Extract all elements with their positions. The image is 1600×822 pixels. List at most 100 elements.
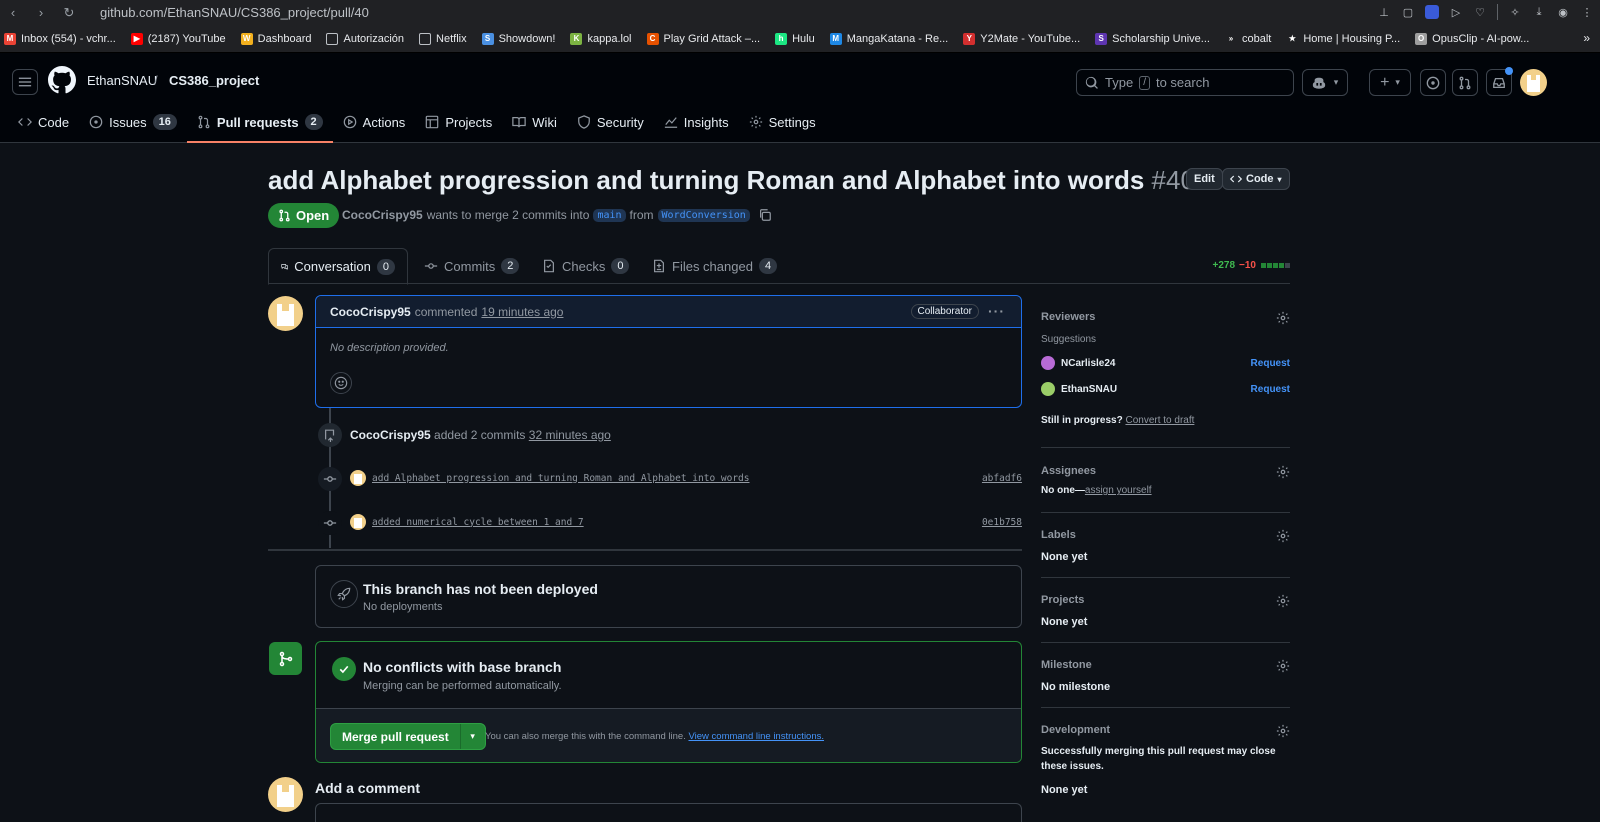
tab-code[interactable]: Code bbox=[8, 109, 79, 135]
projects-title[interactable]: Projects bbox=[1041, 594, 1290, 606]
bookmark-item[interactable]: h Hulu bbox=[775, 32, 815, 45]
comment-time[interactable]: 19 minutes ago bbox=[481, 305, 563, 319]
avatar[interactable] bbox=[350, 514, 366, 530]
comment-author[interactable]: CocoCrispy95 bbox=[330, 305, 411, 319]
download-icon[interactable]: ⤓ bbox=[1532, 5, 1546, 19]
bookmark-item[interactable]: » cobalt bbox=[1224, 32, 1271, 45]
merge-title: No conflicts with base branch bbox=[363, 659, 562, 675]
gear-icon[interactable] bbox=[1276, 529, 1290, 543]
extensions-icon[interactable]: ✧ bbox=[1508, 5, 1522, 19]
bookmark-item[interactable]: Netflix bbox=[419, 32, 467, 45]
tab-actions[interactable]: Actions bbox=[333, 109, 416, 135]
avatar[interactable] bbox=[350, 470, 366, 486]
assign-yourself-link[interactable]: assign yourself bbox=[1085, 485, 1152, 496]
copy-icon[interactable] bbox=[758, 208, 772, 222]
send-icon[interactable]: ▷ bbox=[1449, 5, 1463, 19]
tab-label: Insights bbox=[683, 114, 729, 130]
gear-icon[interactable] bbox=[1276, 724, 1290, 738]
tab-insights[interactable]: Insights bbox=[654, 109, 739, 135]
bookmark-item[interactable]: M MangaKatana - Re... bbox=[829, 32, 948, 45]
commit-sha[interactable]: abfadf6 bbox=[982, 473, 1022, 484]
bookmark-item[interactable]: O OpusClip - AI-pow... bbox=[1415, 32, 1529, 45]
breadcrumb-repo[interactable]: CS386_project bbox=[169, 73, 259, 88]
milestone-title[interactable]: Milestone bbox=[1041, 659, 1290, 671]
bookmark-item[interactable]: ★ Home | Housing P... bbox=[1286, 32, 1400, 45]
gear-icon[interactable] bbox=[1276, 311, 1290, 325]
add-reaction-button[interactable] bbox=[330, 372, 352, 394]
development-title[interactable]: Development bbox=[1041, 724, 1290, 736]
pr-author-link[interactable]: CocoCrispy95 bbox=[342, 208, 423, 222]
bookmark-item[interactable]: M Inbox (554) - vchr... bbox=[4, 32, 116, 45]
pull-requests-button[interactable] bbox=[1452, 69, 1478, 96]
bookmarks-overflow-icon[interactable]: » bbox=[1583, 31, 1590, 45]
tab-wiki[interactable]: Wiki bbox=[502, 109, 567, 135]
code-button[interactable]: Code ▾ bbox=[1222, 168, 1290, 190]
screenshot-icon[interactable]: ▢ bbox=[1401, 5, 1415, 19]
pin-icon[interactable]: ⊥ bbox=[1377, 5, 1391, 19]
bookmark-item[interactable]: C Play Grid Attack –... bbox=[646, 32, 760, 45]
merge-pull-request-button[interactable]: Merge pull request bbox=[331, 724, 461, 749]
profile-icon[interactable]: ◉ bbox=[1556, 5, 1570, 19]
github-logo-icon[interactable] bbox=[48, 66, 76, 94]
bookmark-item[interactable]: S Scholarship Unive... bbox=[1095, 32, 1210, 45]
bookmark-item[interactable]: Kkappa.lol bbox=[570, 32, 632, 45]
commit-sha[interactable]: 0e1b758 bbox=[982, 517, 1022, 528]
kebab-menu-icon[interactable]: ··· bbox=[988, 303, 1005, 319]
merge-options-button[interactable]: ▾ bbox=[461, 724, 485, 749]
gear-icon[interactable] bbox=[1276, 465, 1290, 479]
reviewers-title[interactable]: Reviewers bbox=[1041, 311, 1290, 323]
gear-icon[interactable] bbox=[1276, 659, 1290, 673]
hamburger-menu-button[interactable] bbox=[12, 69, 38, 95]
labels-title[interactable]: Labels bbox=[1041, 529, 1290, 541]
event-time[interactable]: 32 minutes ago bbox=[529, 428, 611, 442]
commit-message[interactable]: add Alphabet progression and turning Rom… bbox=[372, 473, 750, 484]
bookmark-favicon-icon bbox=[419, 32, 432, 45]
commit-message[interactable]: added numerical cycle between 1 and 7 bbox=[372, 517, 584, 528]
diffstat-blocks bbox=[1260, 260, 1290, 271]
head-branch[interactable]: WordConversion bbox=[657, 208, 750, 222]
tab-pull-requests[interactable]: Pull requests 2 bbox=[186, 109, 333, 143]
avatar[interactable] bbox=[268, 777, 303, 812]
convert-to-draft-link[interactable]: Convert to draft bbox=[1125, 415, 1194, 426]
tab-settings[interactable]: Settings bbox=[739, 109, 826, 135]
tab-projects[interactable]: Projects bbox=[415, 109, 502, 135]
edit-button[interactable]: Edit bbox=[1186, 168, 1223, 190]
tab-commits[interactable]: Commits 2 bbox=[412, 248, 531, 284]
tab-files-changed[interactable]: Files changed 4 bbox=[640, 248, 789, 284]
reload-icon[interactable]: ↻ bbox=[62, 5, 76, 20]
gear-icon[interactable] bbox=[1276, 594, 1290, 608]
command-line-instructions-link[interactable]: View command line instructions. bbox=[688, 731, 824, 742]
bookmark-item[interactable]: W Dashboard bbox=[240, 32, 311, 45]
menu-icon[interactable]: ⋮ bbox=[1580, 5, 1594, 19]
checklist-icon bbox=[544, 259, 554, 273]
event-author[interactable]: CocoCrispy95 bbox=[350, 428, 431, 442]
request-review-button[interactable]: Request bbox=[1251, 358, 1290, 369]
tab-security[interactable]: Security bbox=[567, 109, 654, 135]
tab-conversation[interactable]: Conversation 0 bbox=[268, 248, 408, 285]
assignees-title[interactable]: Assignees bbox=[1041, 465, 1290, 477]
bookmark-item[interactable]: S Showdown! bbox=[481, 32, 555, 45]
forward-icon[interactable]: › bbox=[34, 5, 48, 20]
tab-issues[interactable]: Issues 16 bbox=[79, 109, 187, 135]
create-new-button[interactable]: + ▾ bbox=[1369, 69, 1411, 96]
tab-label: Issues bbox=[109, 114, 147, 130]
avatar[interactable] bbox=[268, 296, 303, 331]
address-bar[interactable]: github.com/EthanSNAU/CS386_project/pull/… bbox=[100, 5, 369, 20]
back-icon[interactable]: ‹ bbox=[6, 5, 20, 20]
shield-extension-icon[interactable] bbox=[1425, 5, 1439, 19]
heart-icon[interactable]: ♡ bbox=[1473, 5, 1487, 19]
avatar[interactable] bbox=[1520, 69, 1547, 96]
issues-button[interactable] bbox=[1420, 69, 1446, 96]
copilot-button[interactable]: ▾ bbox=[1302, 69, 1348, 96]
avatar bbox=[1041, 382, 1055, 396]
status-label: Open bbox=[296, 208, 330, 223]
bookmark-item[interactable]: Autorización bbox=[326, 32, 404, 45]
breadcrumb-owner[interactable]: EthanSNAU bbox=[87, 73, 157, 88]
request-review-button[interactable]: Request bbox=[1251, 384, 1290, 395]
bookmark-item[interactable]: Y Y2Mate - YouTube... bbox=[963, 32, 1080, 45]
comment-editor[interactable] bbox=[315, 803, 1022, 822]
tab-checks[interactable]: Checks 0 bbox=[530, 248, 641, 284]
search-input[interactable]: Type / to search bbox=[1076, 69, 1294, 96]
base-branch[interactable]: main bbox=[593, 208, 626, 222]
bookmark-item[interactable]: ▶ (2187) YouTube bbox=[130, 32, 226, 45]
